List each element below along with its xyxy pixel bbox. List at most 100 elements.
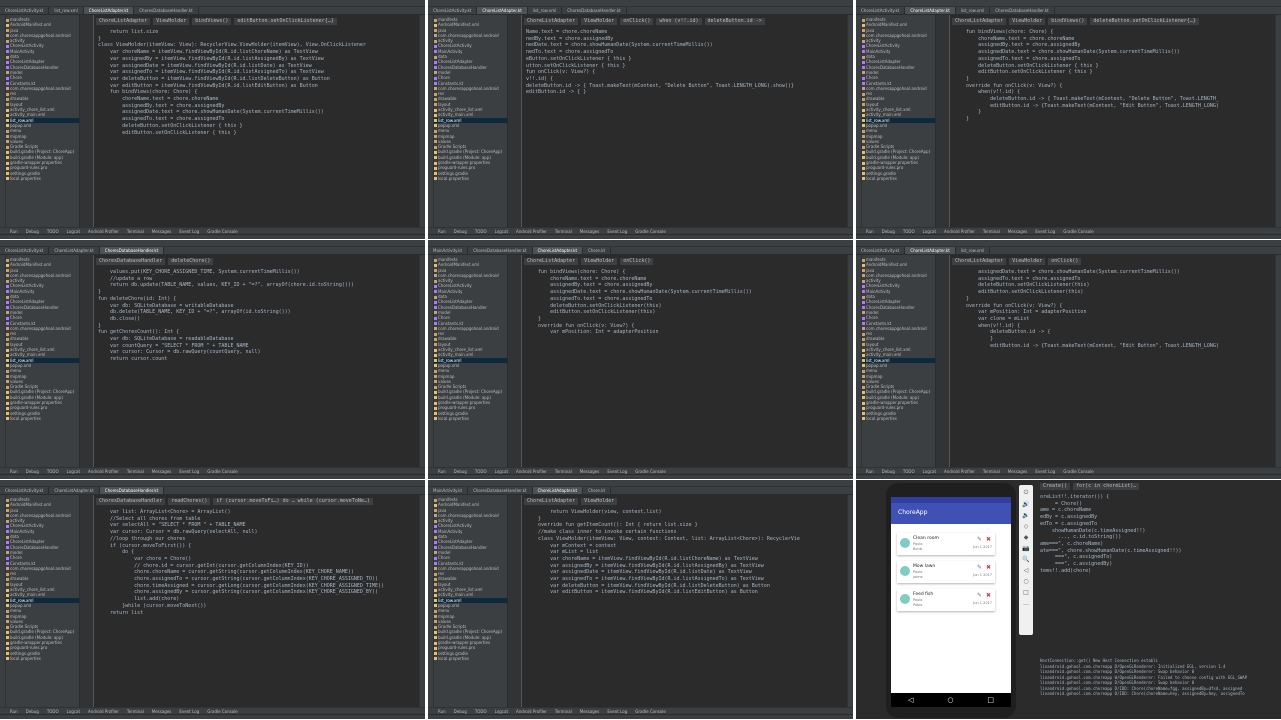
volume-down-icon[interactable]: 🔉 [1022,512,1029,519]
editor-tab[interactable]: ChoresDatabaseHandler.kt [468,247,533,254]
breadcrumb-item[interactable]: deleteButton.id -> [704,18,765,25]
code-lines[interactable]: assignedDate.text = chore.showHumanDate(… [954,269,1275,349]
code-lines[interactable]: fun bindViews(chore: Chore) { choreName.… [526,269,847,336]
breadcrumb-item[interactable]: if (cursor.moveToFi…) do … while (cursor… [213,498,373,505]
breadcrumb-item[interactable]: ChoresDatabaseHandler [96,258,166,265]
right-tool-strip[interactable] [1275,255,1281,467]
editor-tab[interactable]: ChoreListAdapter.kt [532,487,584,494]
breadcrumb-item[interactable]: ChoreListAdapter [524,258,579,265]
breadcrumb-item[interactable]: onClick() [620,18,654,25]
emu-crumb-1[interactable]: Create() [1040,483,1071,490]
editor-tab[interactable]: ChoreListActivity.kt [856,247,906,254]
editor-tab[interactable]: ChoresDatabaseHandler.kt [99,487,165,494]
editor-tab[interactable]: ChoreListAdapter.kt [477,7,528,14]
tree-item[interactable]: local.properties [862,416,935,421]
delete-icon[interactable]: ✖ [986,592,991,599]
code-editor[interactable]: ChoreListAdapter ViewHolder onClick() when … [508,15,847,227]
editor-tab[interactable]: list_row.xml [528,7,563,14]
right-tool-strip[interactable] [847,255,853,467]
edit-icon[interactable]: ✎ [977,536,982,543]
volume-up-icon[interactable]: 🔊 [1022,501,1029,508]
breadcrumb-item[interactable]: ChoreListAdapter [524,498,579,505]
tree-item[interactable]: com.choresappgohool.android [6,86,79,91]
editor-tab[interactable]: ChoresDatabaseHandler.kt [468,487,533,494]
editor-tab[interactable]: ChoresDatabaseHandler.kt [99,247,165,254]
tree-item[interactable]: com.choresappgohool.android [6,326,79,331]
tree-item[interactable]: com.choresappgohool.android [6,566,79,571]
editor-tab[interactable]: ChoreListActivity.kt [0,247,50,254]
code-editor[interactable]: ChoresDatabaseHandler deleteChore() value… [80,255,419,467]
home-icon[interactable]: ○ [947,696,953,704]
right-tool-strip[interactable] [1275,15,1281,227]
emu-code-lines[interactable]: oreList!!.iterator()) { = Chore() ame = c… [1040,494,1281,574]
tree-item[interactable]: com.choresappgohool.android [434,86,507,91]
editor-tab[interactable]: Chore.kt [583,487,612,494]
breadcrumb-item[interactable]: ViewHolder [581,498,618,505]
breadcrumb-item[interactable]: ChoreListAdapter [96,18,151,25]
breadcrumb-item[interactable]: onClick() [620,258,654,265]
editor-tab[interactable]: ChoreListAdapter.kt [905,7,956,14]
code-lines[interactable]: return ViewHolder(view, context,list) } … [526,509,847,596]
code-lines[interactable]: fun bindViews(chore: Chore) { choreName.… [954,29,1275,123]
editor-tab[interactable]: ChoreListActivity.kt [428,7,478,14]
edit-icon[interactable]: ✎ [977,592,982,599]
editor-tab[interactable]: ChoreListAdapter.kt [83,7,135,14]
home-icon[interactable]: ○ [1023,578,1028,585]
tree-item[interactable]: local.properties [434,656,507,661]
breadcrumb-item[interactable]: ChoresDatabaseHandler [96,498,166,505]
breadcrumb-item[interactable]: bindViews() [192,18,232,25]
tree-item[interactable]: local.properties [6,656,79,661]
code-lines[interactable]: Name.text = chore.choreName nedBy.text = … [526,29,847,96]
delete-icon[interactable]: ✖ [986,536,991,543]
code-lines[interactable]: values.put(KEY_CHORE_ASSIGNED_TIME, Syst… [98,269,419,363]
overview-icon[interactable]: □ [1023,589,1029,596]
breadcrumb-item[interactable]: deleteButton.setOnClickListener{…} [1090,18,1199,25]
editor-tab[interactable]: ChoreListAdapter.kt [905,247,956,254]
code-editor[interactable]: ChoreListAdapter ViewHolder bindViews() edi… [80,15,419,227]
power-icon[interactable]: ⏻ [1024,489,1029,497]
right-tool-strip[interactable] [419,15,425,227]
code-editor[interactable]: ChoresDatabaseHandler readChores() if (cur… [80,495,419,707]
camera-icon[interactable]: 📷 [1022,545,1029,552]
right-tool-strip[interactable] [847,495,853,707]
tree-item[interactable]: com.choresappgohool.android [434,326,507,331]
editor-tab[interactable]: ChoreListAdapter.kt [49,487,100,494]
edit-icon[interactable]: ✎ [977,564,982,571]
breadcrumb-item[interactable]: ChoreListAdapter [952,18,1007,25]
editor-tab[interactable]: ChoreListAdapter.kt [49,247,100,254]
rotate-left-icon[interactable]: ◇ [1024,523,1029,530]
editor-tab[interactable]: ChoresDatabaseHandler.kt [990,7,1055,14]
editor-tab[interactable]: list_row.xml [956,7,991,14]
tree-item[interactable]: com.choresappgohool.android [434,566,507,571]
editor-tab[interactable]: ChoreListActivity.kt [856,7,906,14]
tree-item[interactable]: local.properties [434,176,507,181]
editor-tab[interactable]: ChoreListActivity.kt [0,487,50,494]
breadcrumb-item[interactable]: ChoreListAdapter [524,18,579,25]
editor-tab[interactable]: MainActivity.kt [428,487,469,494]
emu-crumb-2[interactable]: for(c in choreList)… [1073,483,1140,490]
editor-tab[interactable]: Chore.kt [583,247,612,254]
breadcrumb-item[interactable]: deleteChore() [168,258,214,265]
breadcrumb-item[interactable]: editButton.setOnClickListener{…} [234,18,337,25]
code-editor[interactable]: ChoreListAdapter ViewHolder onClick() fun … [508,255,847,467]
breadcrumb-item[interactable]: bindViews() [1048,18,1088,25]
rotate-right-icon[interactable]: ◆ [1024,534,1029,541]
more-icon[interactable]: … [1023,600,1029,607]
editor-tab[interactable]: ChoresDatabaseHandler.kt [134,7,199,14]
code-editor[interactable]: ChoreListAdapter ViewHolder return ViewHo… [508,495,847,707]
breadcrumb-item[interactable]: ViewHolder [1009,18,1046,25]
code-lines[interactable]: return list.size} class ViewHolder(itemVi… [98,29,419,136]
editor-tab[interactable]: list_row.xml [956,247,991,254]
recents-icon[interactable]: □ [987,696,994,704]
editor-tab[interactable]: list_row.xml [49,7,84,14]
code-editor[interactable]: ChoreListAdapter ViewHolder onClick() assi… [936,255,1275,467]
editor-tab[interactable]: ChoresDatabaseHandler.kt [562,7,627,14]
breadcrumb-item[interactable]: onClick() [1048,258,1082,265]
editor-tab[interactable]: ChoreListActivity.kt [0,7,50,14]
tree-item[interactable]: com.choresappgohool.android [862,326,935,331]
tree-item[interactable]: com.choresappgohool.android [862,86,935,91]
breadcrumb-item[interactable]: ViewHolder [581,18,618,25]
breadcrumb-item[interactable]: ViewHolder [153,18,190,25]
delete-icon[interactable]: ✖ [986,564,991,571]
back-icon[interactable]: ◁ [1024,567,1029,574]
